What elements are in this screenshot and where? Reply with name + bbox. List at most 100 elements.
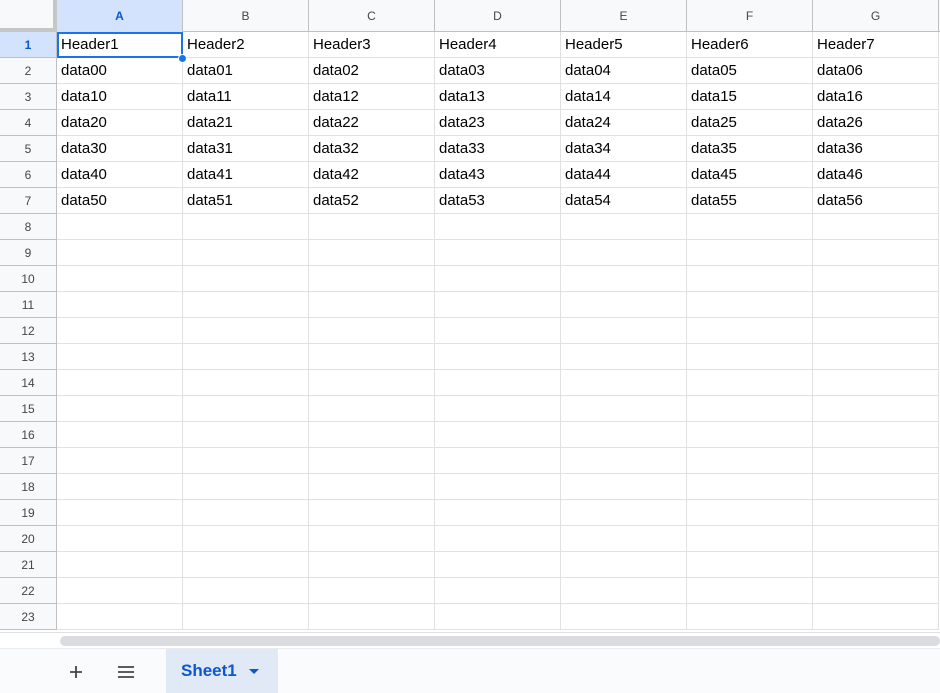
cell-g19[interactable]	[813, 500, 939, 526]
cell-f5[interactable]: data35	[687, 136, 813, 162]
cell-g18[interactable]	[813, 474, 939, 500]
cell-f3[interactable]: data15	[687, 84, 813, 110]
row-header-21[interactable]: 21	[0, 552, 57, 578]
cell-f19[interactable]	[687, 500, 813, 526]
add-sheet-button[interactable]	[61, 657, 91, 687]
cell-c7[interactable]: data52	[309, 188, 435, 214]
cell-a23[interactable]	[57, 604, 183, 630]
cell-b3[interactable]: data11	[183, 84, 309, 110]
row-header-17[interactable]: 17	[0, 448, 57, 474]
cell-g3[interactable]: data16	[813, 84, 939, 110]
cell-f15[interactable]	[687, 396, 813, 422]
cell-a8[interactable]	[57, 214, 183, 240]
cell-c22[interactable]	[309, 578, 435, 604]
cell-e23[interactable]	[561, 604, 687, 630]
cell-a11[interactable]	[57, 292, 183, 318]
cell-d9[interactable]	[435, 240, 561, 266]
row-header-18[interactable]: 18	[0, 474, 57, 500]
row-header-23[interactable]: 23	[0, 604, 57, 630]
cell-a18[interactable]	[57, 474, 183, 500]
cell-c2[interactable]: data02	[309, 58, 435, 84]
all-sheets-button[interactable]	[111, 657, 141, 687]
cell-g22[interactable]	[813, 578, 939, 604]
cell-a2[interactable]: data00	[57, 58, 183, 84]
cell-e5[interactable]: data34	[561, 136, 687, 162]
cell-g1[interactable]: Header7	[813, 32, 939, 58]
cell-b23[interactable]	[183, 604, 309, 630]
cell-e1[interactable]: Header5	[561, 32, 687, 58]
cell-f1[interactable]: Header6	[687, 32, 813, 58]
column-header-f[interactable]: F	[687, 0, 813, 32]
row-header-7[interactable]: 7	[0, 188, 57, 214]
cell-d5[interactable]: data33	[435, 136, 561, 162]
cell-f23[interactable]	[687, 604, 813, 630]
horizontal-scrollbar[interactable]	[0, 632, 940, 648]
cell-b5[interactable]: data31	[183, 136, 309, 162]
cell-e20[interactable]	[561, 526, 687, 552]
cell-d3[interactable]: data13	[435, 84, 561, 110]
cell-e9[interactable]	[561, 240, 687, 266]
cell-a6[interactable]: data40	[57, 162, 183, 188]
cell-e19[interactable]	[561, 500, 687, 526]
select-all-corner[interactable]	[0, 0, 57, 32]
cell-e17[interactable]	[561, 448, 687, 474]
row-header-9[interactable]: 9	[0, 240, 57, 266]
row-header-12[interactable]: 12	[0, 318, 57, 344]
row-header-11[interactable]: 11	[0, 292, 57, 318]
cell-d17[interactable]	[435, 448, 561, 474]
cell-d12[interactable]	[435, 318, 561, 344]
cell-a4[interactable]: data20	[57, 110, 183, 136]
cell-e14[interactable]	[561, 370, 687, 396]
cell-e3[interactable]: data14	[561, 84, 687, 110]
cell-e12[interactable]	[561, 318, 687, 344]
cell-a3[interactable]: data10	[57, 84, 183, 110]
row-header-13[interactable]: 13	[0, 344, 57, 370]
cell-d18[interactable]	[435, 474, 561, 500]
row-header-20[interactable]: 20	[0, 526, 57, 552]
cell-a19[interactable]	[57, 500, 183, 526]
cell-g2[interactable]: data06	[813, 58, 939, 84]
cell-a13[interactable]	[57, 344, 183, 370]
row-header-2[interactable]: 2	[0, 58, 57, 84]
cell-f22[interactable]	[687, 578, 813, 604]
cell-e18[interactable]	[561, 474, 687, 500]
cell-d11[interactable]	[435, 292, 561, 318]
cell-e16[interactable]	[561, 422, 687, 448]
row-header-8[interactable]: 8	[0, 214, 57, 240]
cell-b14[interactable]	[183, 370, 309, 396]
cell-g21[interactable]	[813, 552, 939, 578]
cell-g23[interactable]	[813, 604, 939, 630]
cell-g9[interactable]	[813, 240, 939, 266]
cell-b8[interactable]	[183, 214, 309, 240]
cell-f7[interactable]: data55	[687, 188, 813, 214]
cell-f16[interactable]	[687, 422, 813, 448]
cell-f18[interactable]	[687, 474, 813, 500]
cell-c17[interactable]	[309, 448, 435, 474]
cell-b11[interactable]	[183, 292, 309, 318]
cell-e10[interactable]	[561, 266, 687, 292]
cell-a7[interactable]: data50	[57, 188, 183, 214]
cell-b22[interactable]	[183, 578, 309, 604]
cell-g15[interactable]	[813, 396, 939, 422]
cell-c8[interactable]	[309, 214, 435, 240]
cell-a1[interactable]: Header1	[57, 32, 183, 58]
row-header-15[interactable]: 15	[0, 396, 57, 422]
cell-b2[interactable]: data01	[183, 58, 309, 84]
cell-g12[interactable]	[813, 318, 939, 344]
cell-f10[interactable]	[687, 266, 813, 292]
cell-c10[interactable]	[309, 266, 435, 292]
cell-d7[interactable]: data53	[435, 188, 561, 214]
cell-d19[interactable]	[435, 500, 561, 526]
cell-g4[interactable]: data26	[813, 110, 939, 136]
cell-c14[interactable]	[309, 370, 435, 396]
cell-f2[interactable]: data05	[687, 58, 813, 84]
cell-d6[interactable]: data43	[435, 162, 561, 188]
cell-b21[interactable]	[183, 552, 309, 578]
cell-c21[interactable]	[309, 552, 435, 578]
cell-d13[interactable]	[435, 344, 561, 370]
cell-g7[interactable]: data56	[813, 188, 939, 214]
cell-c3[interactable]: data12	[309, 84, 435, 110]
row-header-22[interactable]: 22	[0, 578, 57, 604]
cell-d21[interactable]	[435, 552, 561, 578]
cell-c15[interactable]	[309, 396, 435, 422]
